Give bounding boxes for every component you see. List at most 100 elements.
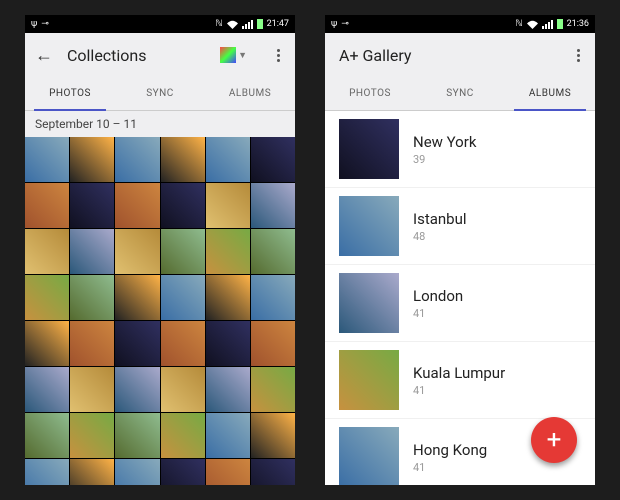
- wifi-icon: [527, 20, 538, 29]
- color-swatch-icon: [220, 47, 236, 63]
- album-info: London41: [413, 287, 463, 320]
- photo-thumb[interactable]: [206, 275, 250, 320]
- nfc-icon: ℕ: [515, 19, 522, 29]
- more-menu-icon[interactable]: [571, 49, 585, 62]
- photo-thumb[interactable]: [251, 321, 295, 366]
- photo-thumb[interactable]: [25, 183, 69, 228]
- photo-thumb[interactable]: [25, 367, 69, 412]
- album-count: 41: [413, 307, 463, 320]
- album-count: 48: [413, 230, 467, 243]
- status-bar: ψ ⊸ ℕ 21:36: [325, 15, 595, 33]
- color-picker-button[interactable]: ▼: [220, 47, 247, 63]
- photo-thumb[interactable]: [70, 229, 114, 274]
- photo-thumb[interactable]: [251, 413, 295, 458]
- status-time: 21:36: [567, 19, 589, 29]
- tab-albums[interactable]: ALBUMS: [505, 77, 595, 110]
- tab-photos[interactable]: PHOTOS: [325, 77, 415, 110]
- photo-thumb[interactable]: [161, 413, 205, 458]
- app-title: Collections: [67, 46, 147, 65]
- album-name: New York: [413, 133, 476, 151]
- photo-thumb[interactable]: [161, 229, 205, 274]
- photo-thumb[interactable]: [161, 459, 205, 485]
- chevron-down-icon: ▼: [238, 50, 247, 61]
- photo-thumb[interactable]: [161, 275, 205, 320]
- more-menu-icon[interactable]: [271, 49, 285, 62]
- photo-thumb[interactable]: [115, 137, 159, 182]
- album-count: 39: [413, 153, 476, 166]
- app-bar: ← Collections ▼: [25, 33, 295, 77]
- album-count: 41: [413, 461, 487, 474]
- photo-thumb[interactable]: [70, 413, 114, 458]
- photo-thumb[interactable]: [206, 137, 250, 182]
- photo-thumb[interactable]: [251, 367, 295, 412]
- album-row[interactable]: London41: [325, 265, 595, 342]
- photo-thumb[interactable]: [161, 367, 205, 412]
- album-thumb: [339, 273, 399, 333]
- psi-icon: ψ: [31, 19, 37, 29]
- tab-photos[interactable]: PHOTOS: [25, 77, 115, 110]
- battery-icon: [257, 19, 263, 29]
- photo-thumb[interactable]: [251, 459, 295, 485]
- photo-thumb[interactable]: [115, 413, 159, 458]
- photo-thumb[interactable]: [161, 321, 205, 366]
- photo-thumb[interactable]: [206, 413, 250, 458]
- back-icon[interactable]: ←: [35, 45, 53, 66]
- photo-thumb[interactable]: [115, 367, 159, 412]
- app-bar: A+ Gallery: [325, 33, 595, 77]
- photo-thumb[interactable]: [206, 321, 250, 366]
- photo-thumb[interactable]: [251, 229, 295, 274]
- tab-sync[interactable]: SYNC: [415, 77, 505, 110]
- tab-albums[interactable]: ALBUMS: [205, 77, 295, 110]
- photo-thumb[interactable]: [70, 183, 114, 228]
- photo-thumb[interactable]: [25, 413, 69, 458]
- signal-icon: [242, 20, 253, 29]
- photo-thumb[interactable]: [25, 321, 69, 366]
- photo-thumb[interactable]: [161, 137, 205, 182]
- photo-thumb[interactable]: [206, 229, 250, 274]
- key-icon: ⊸: [341, 19, 349, 29]
- battery-icon: [557, 19, 563, 29]
- photo-thumb[interactable]: [25, 137, 69, 182]
- status-bar: ψ ⊸ ℕ 21:47: [25, 15, 295, 33]
- status-right: ℕ 21:47: [215, 19, 289, 29]
- app-title: A+ Gallery: [339, 46, 411, 65]
- photo-thumb[interactable]: [161, 183, 205, 228]
- photo-thumb[interactable]: [206, 183, 250, 228]
- photo-thumb[interactable]: [25, 229, 69, 274]
- status-time: 21:47: [267, 19, 289, 29]
- photo-thumb[interactable]: [251, 275, 295, 320]
- photo-thumb[interactable]: [70, 275, 114, 320]
- status-left: ψ ⊸: [331, 19, 349, 29]
- photo-thumb[interactable]: [70, 459, 114, 485]
- album-count: 41: [413, 384, 505, 397]
- status-right: ℕ 21:36: [515, 19, 589, 29]
- photo-thumb[interactable]: [25, 275, 69, 320]
- photo-thumb[interactable]: [70, 367, 114, 412]
- photo-thumb[interactable]: [70, 321, 114, 366]
- photo-thumb[interactable]: [115, 459, 159, 485]
- photo-thumb[interactable]: [115, 321, 159, 366]
- fab-add-button[interactable]: +: [531, 417, 577, 463]
- photo-thumb[interactable]: [251, 137, 295, 182]
- photo-thumb[interactable]: [251, 183, 295, 228]
- photo-thumb[interactable]: [70, 137, 114, 182]
- photo-thumb[interactable]: [115, 229, 159, 274]
- album-thumb: [339, 350, 399, 410]
- photo-thumb[interactable]: [25, 459, 69, 485]
- album-row[interactable]: Istanbul48: [325, 188, 595, 265]
- plus-icon: +: [547, 425, 562, 455]
- album-row[interactable]: Kuala Lumpur41: [325, 342, 595, 419]
- photo-thumb[interactable]: [206, 367, 250, 412]
- wifi-icon: [227, 20, 238, 29]
- tabs: PHOTOS SYNC ALBUMS: [25, 77, 295, 111]
- photo-grid[interactable]: [25, 137, 295, 485]
- album-info: Hong Kong41: [413, 441, 487, 474]
- album-row[interactable]: New York 39: [325, 111, 595, 188]
- album-thumb: [339, 119, 399, 179]
- photo-thumb[interactable]: [206, 459, 250, 485]
- tab-sync[interactable]: SYNC: [115, 77, 205, 110]
- photo-thumb[interactable]: [115, 275, 159, 320]
- signal-icon: [542, 20, 553, 29]
- album-info: Istanbul48: [413, 210, 467, 243]
- photo-thumb[interactable]: [115, 183, 159, 228]
